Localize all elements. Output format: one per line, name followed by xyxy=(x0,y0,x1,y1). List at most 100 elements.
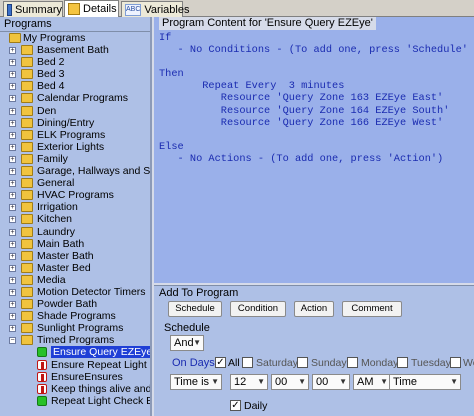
second-select[interactable]: 00 ▼ xyxy=(312,374,350,390)
tree-root-label: My Programs xyxy=(23,32,86,44)
expand-icon[interactable]: + xyxy=(9,240,16,248)
tree-folder-label: Master Bath xyxy=(37,249,94,262)
folder-icon xyxy=(21,57,33,68)
folder-icon xyxy=(21,335,33,346)
expand-icon[interactable]: + xyxy=(9,95,16,103)
tree-folder-label: Master Bed xyxy=(37,261,91,274)
day-sunday-checkbox[interactable] xyxy=(297,357,308,368)
folder-icon xyxy=(21,45,33,56)
expand-icon[interactable]: + xyxy=(9,107,16,115)
folder-icon xyxy=(21,153,33,164)
code-line: If xyxy=(159,32,172,44)
tree-folder-bed-3[interactable]: + Bed 3 xyxy=(0,68,150,80)
tree-program-item[interactable]: Ensure Query EZEye xyxy=(0,346,150,359)
logic-select-value: And xyxy=(174,337,194,349)
tree-folder-sunlight-programs[interactable]: + Sunlight Programs xyxy=(0,322,150,334)
expand-icon[interactable]: + xyxy=(9,71,16,79)
tree-folder-family[interactable]: + Family xyxy=(0,153,150,165)
tree-folder-label: Exterior Lights xyxy=(37,140,105,153)
collapse-icon[interactable]: − xyxy=(9,337,16,345)
day-saturday-checkbox[interactable] xyxy=(242,357,253,368)
condition-button[interactable]: Condition xyxy=(230,301,286,317)
tree-folder-elk-programs[interactable]: + ELK Programs xyxy=(0,129,150,141)
tab-variables[interactable]: ABC Variables xyxy=(121,1,189,17)
chevron-down-icon: ▼ xyxy=(298,377,306,386)
tree-folder-laundry[interactable]: + Laundry xyxy=(0,226,150,238)
tree-folder-irrigation[interactable]: + Irrigation xyxy=(0,201,150,213)
action-button[interactable]: Action xyxy=(294,301,334,317)
chevron-down-icon: ▼ xyxy=(339,377,347,386)
expand-icon[interactable]: + xyxy=(9,252,16,260)
tree-program-item[interactable]: Keep things alive and ti xyxy=(0,383,150,395)
tree-folder-basement-bath[interactable]: + Basement Bath xyxy=(0,44,150,56)
daily-label: Daily xyxy=(244,400,268,412)
tree-folder-bed-4[interactable]: + Bed 4 xyxy=(0,80,150,92)
folder-icon xyxy=(21,250,33,261)
expand-icon[interactable]: + xyxy=(9,204,16,212)
tree-folder-master-bath[interactable]: + Master Bath xyxy=(0,250,150,262)
tree-folder-den[interactable]: + Den xyxy=(0,105,150,117)
tree-folder-timed-programs[interactable]: − Timed Programs xyxy=(0,334,150,346)
expand-icon[interactable]: + xyxy=(9,168,16,176)
tree-program-item[interactable]: EnsureEnsures xyxy=(0,371,150,383)
tree-folder-main-bath[interactable]: + Main Bath xyxy=(0,238,150,250)
expand-icon[interactable]: + xyxy=(9,216,16,224)
expand-icon[interactable]: + xyxy=(9,192,16,200)
tree-program-item[interactable]: Repeat Light Check Eve xyxy=(0,395,150,407)
expand-icon[interactable]: + xyxy=(9,325,16,333)
tab-details[interactable]: Details xyxy=(64,0,119,17)
schedule-button[interactable]: Schedule xyxy=(168,301,222,317)
expand-icon[interactable]: + xyxy=(9,119,16,127)
comment-button[interactable]: Comment xyxy=(342,301,402,317)
tree-folder-media[interactable]: + Media xyxy=(0,274,150,286)
day-all-checkbox[interactable] xyxy=(215,357,226,368)
details-icon xyxy=(68,3,80,15)
tree-folder-kitchen[interactable]: + Kitchen xyxy=(0,213,150,225)
time-mode-select[interactable]: Time is ▼ xyxy=(170,374,222,390)
expand-icon[interactable]: + xyxy=(9,83,16,91)
tree-folder-calendar-programs[interactable]: + Calendar Programs xyxy=(0,92,150,104)
tree-folder-bed-2[interactable]: + Bed 2 xyxy=(0,56,150,68)
tree-folder-motion-detector-timers[interactable]: + Motion Detector Timers xyxy=(0,286,150,298)
expand-icon[interactable]: + xyxy=(9,276,16,284)
day-sunday-label: Sunday xyxy=(311,357,347,369)
expand-icon[interactable]: + xyxy=(9,313,16,321)
expand-icon[interactable]: + xyxy=(9,155,16,163)
expand-icon[interactable]: + xyxy=(9,180,16,188)
tab-summary[interactable]: Summary xyxy=(3,1,63,17)
expand-icon[interactable]: + xyxy=(9,264,16,272)
folder-icon xyxy=(21,166,33,177)
tree-folder-hvac-programs[interactable]: + HVAC Programs xyxy=(0,189,150,201)
expand-icon[interactable]: + xyxy=(9,47,16,55)
daily-checkbox[interactable] xyxy=(230,400,241,411)
tree-folder-dining-entry[interactable]: + Dining/Entry xyxy=(0,117,150,129)
hour-select[interactable]: 12 ▼ xyxy=(230,374,268,390)
expand-icon[interactable]: + xyxy=(9,228,16,236)
tree-folder-shade-programs[interactable]: + Shade Programs xyxy=(0,310,150,322)
tree-program-item[interactable]: Ensure Repeat Light Ch xyxy=(0,359,150,371)
minute-select[interactable]: 00 ▼ xyxy=(271,374,309,390)
expand-icon[interactable]: + xyxy=(9,288,16,296)
expand-icon[interactable]: + xyxy=(9,131,16,139)
tree-folder-exterior-lights[interactable]: + Exterior Lights xyxy=(0,141,150,153)
tree-folder-garage-hallways-and-stair[interactable]: + Garage, Hallways and Stair xyxy=(0,165,150,177)
logic-select[interactable]: And ▼ xyxy=(170,335,204,351)
second-value: 00 xyxy=(316,376,329,388)
tree-root-my-programs[interactable]: My Programs xyxy=(0,32,150,44)
tree-folder-powder-bath[interactable]: + Powder Bath xyxy=(0,298,150,310)
code-line: - No Conditions - (To add one, press 'Sc… xyxy=(177,44,468,57)
ampm-select[interactable]: AM ▼ xyxy=(353,374,391,390)
expand-icon[interactable]: + xyxy=(9,143,16,151)
programs-header: Programs xyxy=(0,17,150,32)
folder-icon xyxy=(21,141,33,152)
day-tuesday-checkbox[interactable] xyxy=(397,357,408,368)
day-wednesday-checkbox[interactable] xyxy=(450,357,461,368)
time-type-select[interactable]: Time ▼ xyxy=(389,374,461,390)
programs-tree: My Programs + Basement Bath + Bed 2 + Bed 3 + B… xyxy=(0,32,150,407)
tree-folder-master-bed[interactable]: + Master Bed xyxy=(0,262,150,274)
tree-folder-general[interactable]: + General xyxy=(0,177,150,189)
expand-icon[interactable]: + xyxy=(9,59,16,67)
day-monday-checkbox[interactable] xyxy=(347,357,358,368)
program-code[interactable]: If - No Conditions - (To add one, press … xyxy=(159,32,474,165)
expand-icon[interactable]: + xyxy=(9,301,16,309)
